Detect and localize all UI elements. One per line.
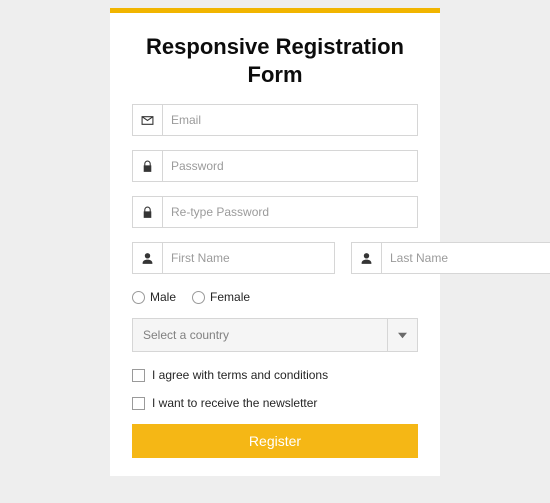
email-input[interactable] — [163, 105, 417, 135]
repassword-input[interactable] — [163, 197, 417, 227]
lastname-input[interactable] — [382, 243, 550, 273]
name-row — [132, 242, 418, 274]
lock-icon — [133, 197, 163, 227]
checkbox-icon — [132, 369, 145, 382]
email-icon — [133, 105, 163, 135]
firstname-input[interactable] — [163, 243, 334, 273]
country-select[interactable]: Select a country — [132, 318, 418, 352]
registration-form: Responsive Registration Form — [110, 8, 440, 476]
checkbox-icon — [132, 397, 145, 410]
radio-icon — [192, 291, 205, 304]
terms-checkbox[interactable]: I agree with terms and conditions — [132, 368, 418, 382]
radio-label: Female — [210, 290, 250, 304]
user-icon — [133, 243, 163, 273]
gender-radio-group: Male Female — [132, 290, 418, 304]
newsletter-checkbox[interactable]: I want to receive the newsletter — [132, 396, 418, 410]
email-field-group — [132, 104, 418, 136]
radio-label: Male — [150, 290, 176, 304]
gender-male-radio[interactable]: Male — [132, 290, 176, 304]
password-field-group — [132, 150, 418, 182]
select-placeholder: Select a country — [143, 328, 229, 342]
gender-female-radio[interactable]: Female — [192, 290, 250, 304]
checkbox-label: I want to receive the newsletter — [152, 396, 317, 410]
firstname-field-group — [132, 242, 335, 274]
checkbox-label: I agree with terms and conditions — [152, 368, 328, 382]
chevron-down-icon — [387, 319, 417, 351]
lock-icon — [133, 151, 163, 181]
radio-icon — [132, 291, 145, 304]
register-button[interactable]: Register — [132, 424, 418, 458]
form-title: Responsive Registration Form — [132, 33, 418, 88]
password-input[interactable] — [163, 151, 417, 181]
repassword-field-group — [132, 196, 418, 228]
lastname-field-group — [351, 242, 550, 274]
user-icon — [352, 243, 382, 273]
